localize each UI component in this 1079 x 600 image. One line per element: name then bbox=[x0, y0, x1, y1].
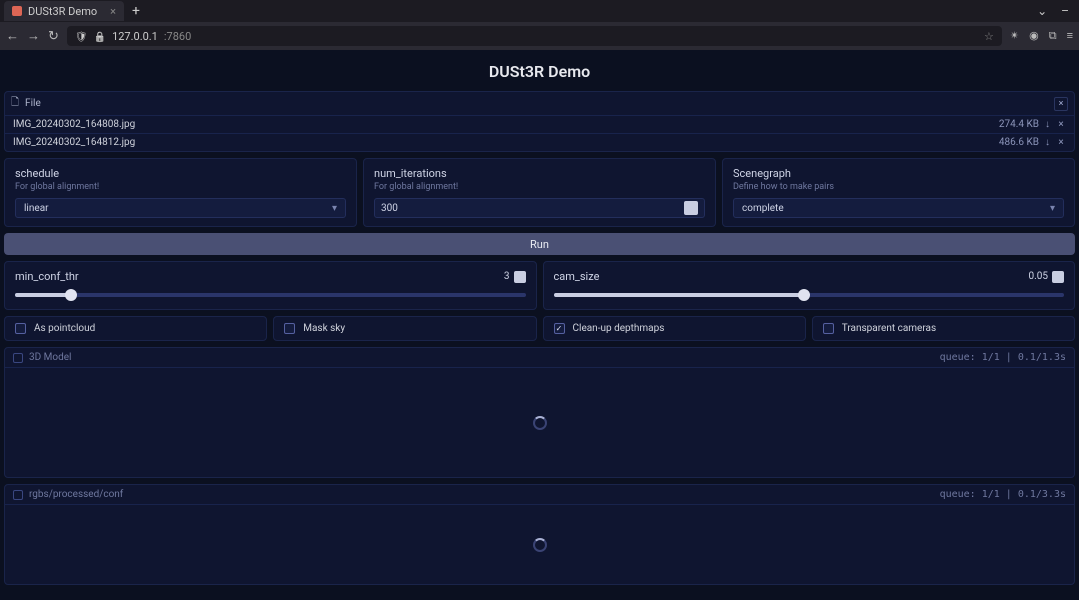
extension-icons: ✴ ◉ ⧉ ≡ bbox=[1010, 29, 1073, 43]
scenegraph-sublabel: Define how to make pairs bbox=[733, 182, 1064, 192]
min-conf-thr-value[interactable]: 3 bbox=[450, 271, 510, 282]
reload-button[interactable]: ↻ bbox=[48, 29, 59, 44]
model-3d-label: 3D Model bbox=[29, 352, 71, 363]
app-root: DUSt3R Demo 🗋 File × IMG_20240302_164808… bbox=[0, 50, 1079, 597]
checkbox-icon bbox=[284, 323, 295, 334]
run-label: Run bbox=[530, 238, 549, 251]
scenegraph-value: complete bbox=[742, 203, 784, 214]
expand-icon[interactable] bbox=[13, 490, 23, 500]
schedule-panel: schedule For global alignment! linear ▾ bbox=[4, 158, 357, 227]
file-icon: 🗋 bbox=[11, 95, 19, 112]
rgb-viewer-label: rgbs/processed/conf bbox=[29, 489, 123, 500]
slider-thumb[interactable] bbox=[798, 289, 810, 301]
chevron-down-icon: ▾ bbox=[332, 203, 337, 214]
browser-tab[interactable]: DUSt3R Demo × bbox=[4, 1, 124, 21]
file-name: IMG_20240302_164808.jpg bbox=[13, 119, 135, 130]
file-name: IMG_20240302_164812.jpg bbox=[13, 137, 135, 148]
new-tab-button[interactable]: + bbox=[132, 3, 140, 19]
loading-spinner-icon bbox=[533, 538, 547, 552]
bookmark-star-icon[interactable]: ☆ bbox=[984, 30, 994, 43]
mask-sky-checkbox[interactable]: Mask sky bbox=[273, 316, 536, 341]
min-conf-thr-label: min_conf_thr bbox=[15, 270, 79, 283]
download-icon[interactable]: ↓ bbox=[1045, 137, 1050, 148]
chevron-down-icon: ▾ bbox=[1050, 203, 1055, 214]
app-menu-icon[interactable]: ≡ bbox=[1067, 29, 1073, 43]
download-icon[interactable]: ↓ bbox=[1045, 119, 1050, 130]
checkbox-icon bbox=[554, 323, 565, 334]
model-3d-canvas[interactable] bbox=[5, 367, 1074, 477]
file-size: 486.6 KB bbox=[999, 137, 1039, 148]
slider-thumb[interactable] bbox=[65, 289, 77, 301]
schedule-value: linear bbox=[24, 203, 49, 214]
checkbox-icon bbox=[823, 323, 834, 334]
checkbox-icon bbox=[15, 323, 26, 334]
model-3d-viewer: 3D Model queue: 1/1 | 0.1/1.3s bbox=[4, 347, 1075, 478]
schedule-label: schedule bbox=[15, 167, 346, 180]
file-row: IMG_20240302_164812.jpg 486.6 KB ↓ × bbox=[5, 133, 1074, 151]
rgb-canvas[interactable] bbox=[5, 504, 1074, 584]
minimize-icon[interactable]: – bbox=[1061, 4, 1069, 18]
file-size: 274.4 KB bbox=[999, 119, 1039, 130]
schedule-select[interactable]: linear ▾ bbox=[15, 198, 346, 218]
num-iterations-label: num_iterations bbox=[374, 167, 705, 180]
file-upload-block: 🗋 File × IMG_20240302_164808.jpg 274.4 K… bbox=[4, 91, 1075, 152]
number-stepper-icon[interactable] bbox=[684, 201, 698, 215]
queue-status: queue: 1/1 | 0.1/3.3s bbox=[940, 489, 1066, 500]
loading-spinner-icon bbox=[533, 416, 547, 430]
url-bar[interactable]: 127.0.0.1 :7860 ☆ bbox=[67, 26, 1002, 46]
cam-size-label: cam_size bbox=[554, 270, 600, 283]
num-iterations-sublabel: For global alignment! bbox=[374, 182, 705, 192]
mask-sky-label: Mask sky bbox=[303, 323, 345, 334]
account-icon[interactable]: ◉ bbox=[1029, 29, 1039, 43]
clear-files-button[interactable]: × bbox=[1054, 97, 1068, 111]
remove-file-icon[interactable]: × bbox=[1056, 120, 1066, 130]
browser-tabbar: DUSt3R Demo × + ⌄ – bbox=[0, 0, 1079, 22]
num-iterations-value: 300 bbox=[381, 203, 398, 214]
remove-file-icon[interactable]: × bbox=[1056, 138, 1066, 148]
rgb-viewer: rgbs/processed/conf queue: 1/1 | 0.1/3.3… bbox=[4, 484, 1075, 585]
number-stepper-icon[interactable] bbox=[514, 271, 526, 283]
transparent-cameras-label: Transparent cameras bbox=[842, 323, 936, 334]
schedule-sublabel: For global alignment! bbox=[15, 182, 346, 192]
cam-size-panel: cam_size 0.05 bbox=[543, 261, 1076, 310]
file-dropzone-label: File bbox=[25, 98, 41, 109]
tab-title: DUSt3R Demo bbox=[28, 5, 97, 18]
tabs-dropdown-icon[interactable]: ⌄ bbox=[1037, 4, 1047, 18]
cam-size-slider[interactable] bbox=[554, 293, 1065, 297]
shield-icon bbox=[75, 30, 88, 43]
number-stepper-icon[interactable] bbox=[1052, 271, 1064, 283]
lock-icon bbox=[94, 30, 106, 43]
min-conf-thr-slider[interactable] bbox=[15, 293, 526, 297]
scenegraph-select[interactable]: complete ▾ bbox=[733, 198, 1064, 218]
window-controls: ⌄ – bbox=[1037, 4, 1075, 18]
url-host: 127.0.0.1 bbox=[112, 30, 158, 43]
library-icon[interactable]: ⧉ bbox=[1049, 29, 1057, 43]
browser-toolbar: ← → ↻ 127.0.0.1 :7860 ☆ ✴ ◉ ⧉ ≡ bbox=[0, 22, 1079, 50]
file-dropzone[interactable]: 🗋 File × bbox=[5, 92, 1074, 115]
transparent-cameras-checkbox[interactable]: Transparent cameras bbox=[812, 316, 1075, 341]
as-pointcloud-label: As pointcloud bbox=[34, 323, 95, 334]
favicon-icon bbox=[12, 6, 22, 16]
num-iterations-panel: num_iterations For global alignment! 300 bbox=[363, 158, 716, 227]
cam-size-value[interactable]: 0.05 bbox=[988, 271, 1048, 282]
as-pointcloud-checkbox[interactable]: As pointcloud bbox=[4, 316, 267, 341]
min-conf-thr-panel: min_conf_thr 3 bbox=[4, 261, 537, 310]
run-button[interactable]: Run bbox=[4, 233, 1075, 255]
page-title: DUSt3R Demo bbox=[4, 56, 1075, 91]
queue-status: queue: 1/1 | 0.1/1.3s bbox=[940, 352, 1066, 363]
tab-close-icon[interactable]: × bbox=[110, 5, 116, 18]
expand-icon[interactable] bbox=[13, 353, 23, 363]
num-iterations-input[interactable]: 300 bbox=[374, 198, 705, 218]
scenegraph-label: Scenegraph bbox=[733, 167, 1064, 180]
cleanup-depthmaps-label: Clean-up depthmaps bbox=[573, 323, 665, 334]
url-rest: :7860 bbox=[164, 30, 191, 43]
cleanup-depthmaps-checkbox[interactable]: Clean-up depthmaps bbox=[543, 316, 806, 341]
back-button[interactable]: ← bbox=[6, 28, 19, 44]
scenegraph-panel: Scenegraph Define how to make pairs comp… bbox=[722, 158, 1075, 227]
extensions-icon[interactable]: ✴ bbox=[1010, 29, 1019, 43]
forward-button[interactable]: → bbox=[27, 28, 40, 44]
file-row: IMG_20240302_164808.jpg 274.4 KB ↓ × bbox=[5, 115, 1074, 133]
